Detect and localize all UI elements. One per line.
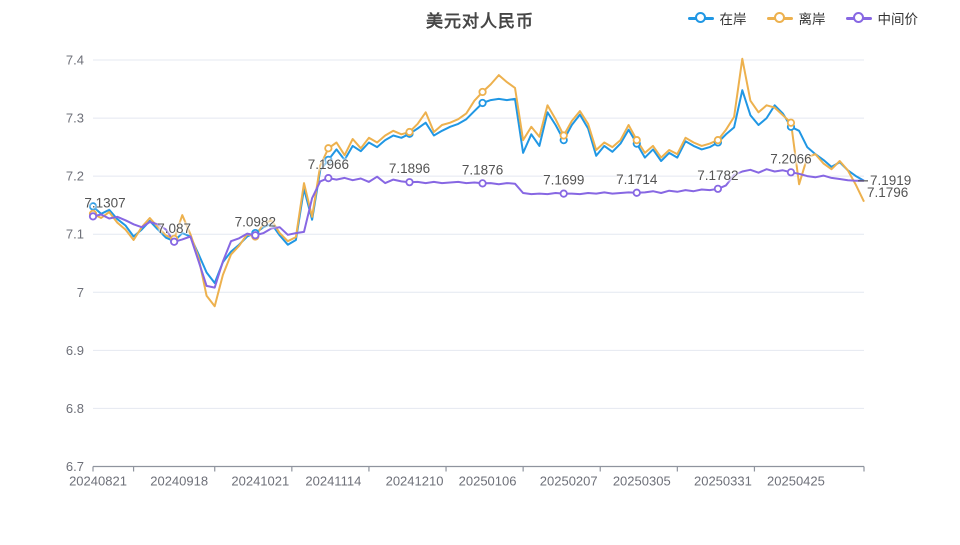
point-value-label: 7.0982 [235,214,276,229]
chart-legend: 在岸 离岸 中间价 [688,8,919,28]
x-axis-tick-label: 20250207 [540,474,598,489]
y-axis-tick-label: 7.3 [66,111,84,126]
data-point-marker [325,175,331,181]
line-series-icon [846,12,872,25]
series-end-value-label: 7.1796 [867,185,908,200]
data-point-marker [634,190,640,196]
line-chart-canvas: 7.4 7.3 7.2 7.1 7 6.9 6.8 6.720240821 20240918 20… [0,0,960,540]
legend-item-label: 在岸 [720,8,747,28]
point-value-label: 7.1307 [84,195,125,210]
x-axis-tick-label: 20241210 [386,474,444,489]
series-line-中间价 [93,169,864,287]
legend-item-onshore[interactable]: 在岸 [688,8,747,28]
data-point-marker [479,89,485,95]
x-axis-tick-label: 20240821 [69,474,127,489]
point-value-label: 7.1966 [308,157,349,172]
x-axis-tick-label: 20241114 [305,474,361,489]
x-axis-tick-label: 20241021 [231,474,289,489]
data-point-marker [90,213,96,219]
fx-chart-page: 美元对人民币 在岸 离岸 中间价 7.47.37.27.176.96.86.72… [0,0,960,540]
y-axis-tick-label: 7.2 [66,169,84,184]
data-point-marker [788,169,794,175]
data-point-marker [406,179,412,185]
data-point-marker [788,120,794,126]
legend-item-label: 离岸 [799,8,826,28]
point-value-label: 7.087 [157,221,191,236]
y-axis-tick-label: 6.7 [66,459,84,474]
legend-item-offshore[interactable]: 离岸 [767,8,826,28]
line-series-icon [767,12,793,25]
x-axis-tick-label: 20250425 [767,474,825,489]
y-axis-tick-label: 7 [77,285,84,300]
legend-item-midprice[interactable]: 中间价 [846,8,919,28]
point-value-label: 7.1876 [462,162,503,177]
series-line-在岸 [93,90,864,283]
x-axis-tick-label: 20250305 [613,474,671,489]
data-point-marker [634,137,640,143]
data-point-marker [325,145,331,151]
y-axis-tick-label: 7.1 [66,227,84,242]
x-axis-tick-label: 20250106 [459,474,517,489]
point-value-label: 7.1782 [697,168,738,183]
x-axis-tick-label: 20240918 [150,474,208,489]
y-axis-tick-label: 7.4 [66,53,84,68]
data-point-marker [479,100,485,106]
data-point-marker [715,137,721,143]
data-point-marker [252,232,258,238]
data-point-marker [406,129,412,135]
data-point-marker [561,132,567,138]
data-point-marker [561,190,567,196]
y-axis-tick-label: 6.8 [66,401,84,416]
point-value-label: 7.2066 [770,151,811,166]
data-point-marker [715,186,721,192]
point-value-label: 7.1699 [543,173,584,188]
point-value-label: 7.1896 [389,161,430,176]
line-series-icon [688,12,714,25]
legend-item-label: 中间价 [878,8,919,28]
data-point-marker [171,239,177,245]
point-value-label: 7.1714 [616,172,658,187]
y-axis-tick-label: 6.9 [66,343,84,358]
x-axis-tick-label: 20250331 [694,474,752,489]
data-point-marker [479,180,485,186]
